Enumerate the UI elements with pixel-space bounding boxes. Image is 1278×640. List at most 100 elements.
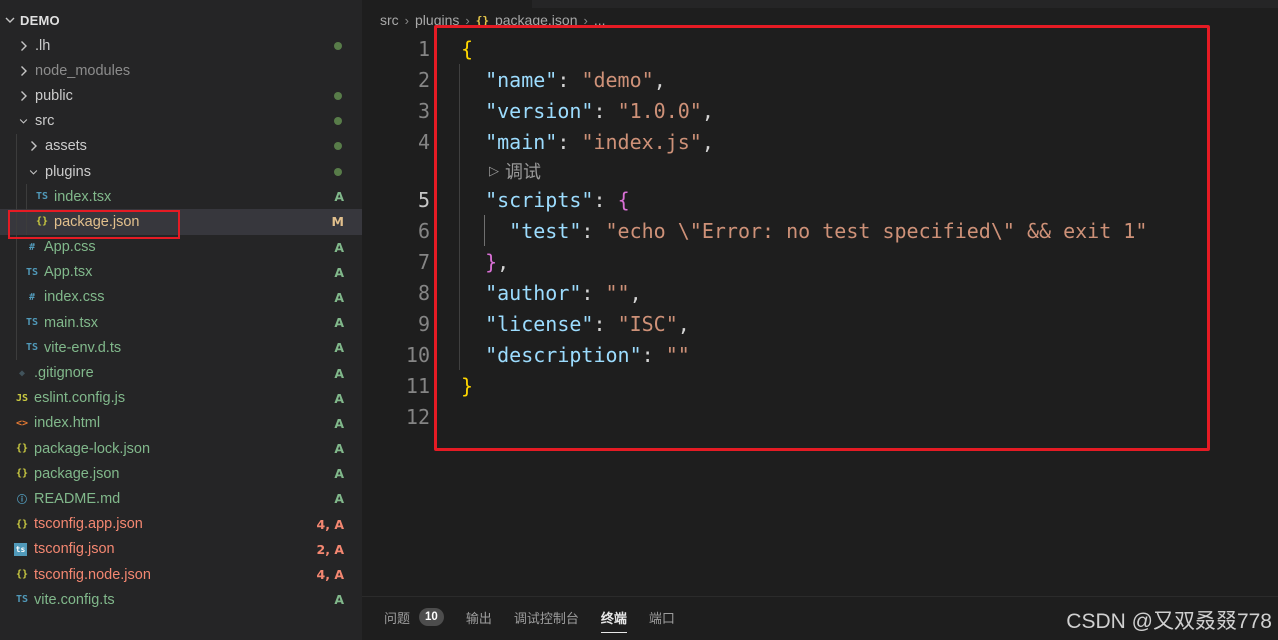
tree-item-label: package.json <box>34 465 120 482</box>
tab-strip <box>532 0 1278 8</box>
explorer-root-header[interactable]: DEMO <box>0 8 362 32</box>
explorer-root-label: DEMO <box>20 12 60 28</box>
tab-output[interactable]: 输出 <box>466 605 492 629</box>
git-change-dot <box>334 142 342 151</box>
tree-file-row[interactable]: # index.css A <box>0 284 362 311</box>
git-status-badge: A <box>334 441 344 457</box>
git-status-badge: A <box>334 264 344 280</box>
chevron-right-icon[interactable] <box>18 65 28 77</box>
tree-file-row[interactable]: TS index.tsx A <box>0 184 362 210</box>
tree-folder-row[interactable]: assets <box>0 133 362 159</box>
tree-item-label: tsconfig.app.json <box>34 516 143 533</box>
tree-item-label: assets <box>45 138 87 155</box>
git-change-dot <box>334 167 342 176</box>
line-number: 5 <box>417 187 430 212</box>
tree-file-row[interactable]: ⓘ README.md A <box>0 486 362 511</box>
tree-folder-row[interactable]: src <box>0 109 362 134</box>
tree-item-label: plugins <box>45 163 91 180</box>
typescript-file-icon: TS <box>25 317 39 329</box>
info-file-icon: ⓘ <box>17 495 27 507</box>
breadcrumb-item-src[interactable]: src <box>380 12 399 28</box>
css-file-icon: # <box>28 241 36 253</box>
line-number: 9 <box>417 311 430 336</box>
tab-label: 端口 <box>648 610 675 626</box>
tree-item-label: eslint.config.js <box>34 390 126 407</box>
watermark: CSDN @又双叒叕778 <box>1066 610 1272 633</box>
tree-file-row[interactable]: TS main.tsx A <box>0 310 362 336</box>
tree-file-row[interactable]: TS App.tsx A <box>0 259 362 285</box>
git-status-badge: A <box>334 466 344 482</box>
git-status-badge: A <box>334 415 344 431</box>
typescript-file-icon: TS <box>25 342 39 354</box>
git-change-dot <box>334 41 342 50</box>
indent-guide <box>16 335 17 361</box>
tree-file-row[interactable]: {} tsconfig.app.json 4, A <box>0 512 362 537</box>
typescript-file-icon: TS <box>35 191 49 203</box>
tsconfig-file-icon: ts <box>14 542 27 556</box>
tree-folder-row[interactable]: public <box>0 83 362 108</box>
tree-file-row[interactable]: ◆ .gitignore A <box>0 360 362 385</box>
annotation-box-editor <box>434 25 1210 451</box>
editor-area: src › plugins › {} package.json › ... 1{… <box>362 0 1278 596</box>
line-number: 6 <box>417 218 430 243</box>
tree-item-label: README.md <box>34 490 121 507</box>
indent-guide <box>16 310 17 336</box>
chevron-down-icon <box>5 17 15 23</box>
tree-item-label: public <box>35 87 73 104</box>
tree-item-label: .gitignore <box>34 365 94 382</box>
chevron-right-icon[interactable] <box>18 90 28 102</box>
line-number: 7 <box>417 249 430 274</box>
json-file-icon: {} <box>15 569 29 581</box>
indent-guide <box>26 184 27 210</box>
tree-folder-row[interactable]: node_modules <box>0 58 362 83</box>
tree-item-label: index.css <box>44 289 105 306</box>
indent-guide <box>16 184 17 210</box>
indent-guide <box>16 284 17 311</box>
tree-item-label: tsconfig.json <box>34 541 115 558</box>
tab-label: 问题 <box>384 610 411 626</box>
tab-ports[interactable]: 端口 <box>649 605 675 629</box>
tree-item-label: App.css <box>44 239 96 256</box>
css-file-icon: # <box>28 291 36 303</box>
html-file-icon: <> <box>15 417 29 429</box>
tree-item-label: node_modules <box>35 62 131 79</box>
typescript-file-icon: TS <box>15 594 29 606</box>
tree-file-row[interactable]: {} package-lock.json A <box>0 436 362 461</box>
tree-file-row[interactable]: {} tsconfig.node.json 4, A <box>0 562 362 587</box>
typescript-file-icon: TS <box>25 266 39 278</box>
tree-file-row[interactable]: JS eslint.config.js A <box>0 386 362 411</box>
line-number: 10 <box>405 342 430 367</box>
tree-folder-row[interactable]: .lh <box>0 33 362 58</box>
chevron-down-icon[interactable] <box>18 115 28 127</box>
json-file-icon: {} <box>15 468 29 480</box>
tree-item-label: tsconfig.node.json <box>34 566 151 583</box>
tree-item-label: package-lock.json <box>34 440 151 457</box>
chevron-down-icon[interactable] <box>28 166 38 178</box>
chevron-right-icon[interactable] <box>18 40 28 52</box>
tab-terminal[interactable]: 终端 <box>600 605 627 633</box>
tree-file-row[interactable]: TS vite-env.d.ts A <box>0 335 362 361</box>
panel-tabs: 问题 10 输出 调试控制台 终端 端口 <box>384 605 697 633</box>
indent-guide <box>16 158 17 185</box>
tree-folder-row[interactable]: plugins <box>0 158 362 185</box>
indent-guide <box>16 259 17 285</box>
tree-file-row[interactable]: <> index.html A <box>0 411 362 436</box>
tree-item-label: main.tsx <box>44 314 98 331</box>
tree-item-label: index.html <box>34 415 101 432</box>
line-number: 4 <box>417 129 430 154</box>
tree-file-row[interactable]: TS vite.config.ts A <box>0 587 362 612</box>
chevron-right-icon[interactable] <box>28 140 38 152</box>
tab-debug-console[interactable]: 调试控制台 <box>514 605 579 629</box>
git-status-badge: A <box>334 289 344 305</box>
git-status-badge: A <box>334 390 344 406</box>
chevron-right-icon: › <box>404 12 410 28</box>
line-number: 12 <box>405 404 430 429</box>
file-tree: .lh node_modules public src assets plugins TS i… <box>0 33 362 612</box>
tab-label: 终端 <box>600 610 627 626</box>
git-status-badge: A <box>334 365 344 381</box>
git-file-icon: ◆ <box>18 367 26 379</box>
indent-guide <box>16 133 17 159</box>
tab-problems[interactable]: 问题 10 <box>384 605 444 629</box>
tree-file-row[interactable]: ts tsconfig.json 2, A <box>0 537 362 562</box>
tree-file-row[interactable]: {} package.json A <box>0 461 362 486</box>
